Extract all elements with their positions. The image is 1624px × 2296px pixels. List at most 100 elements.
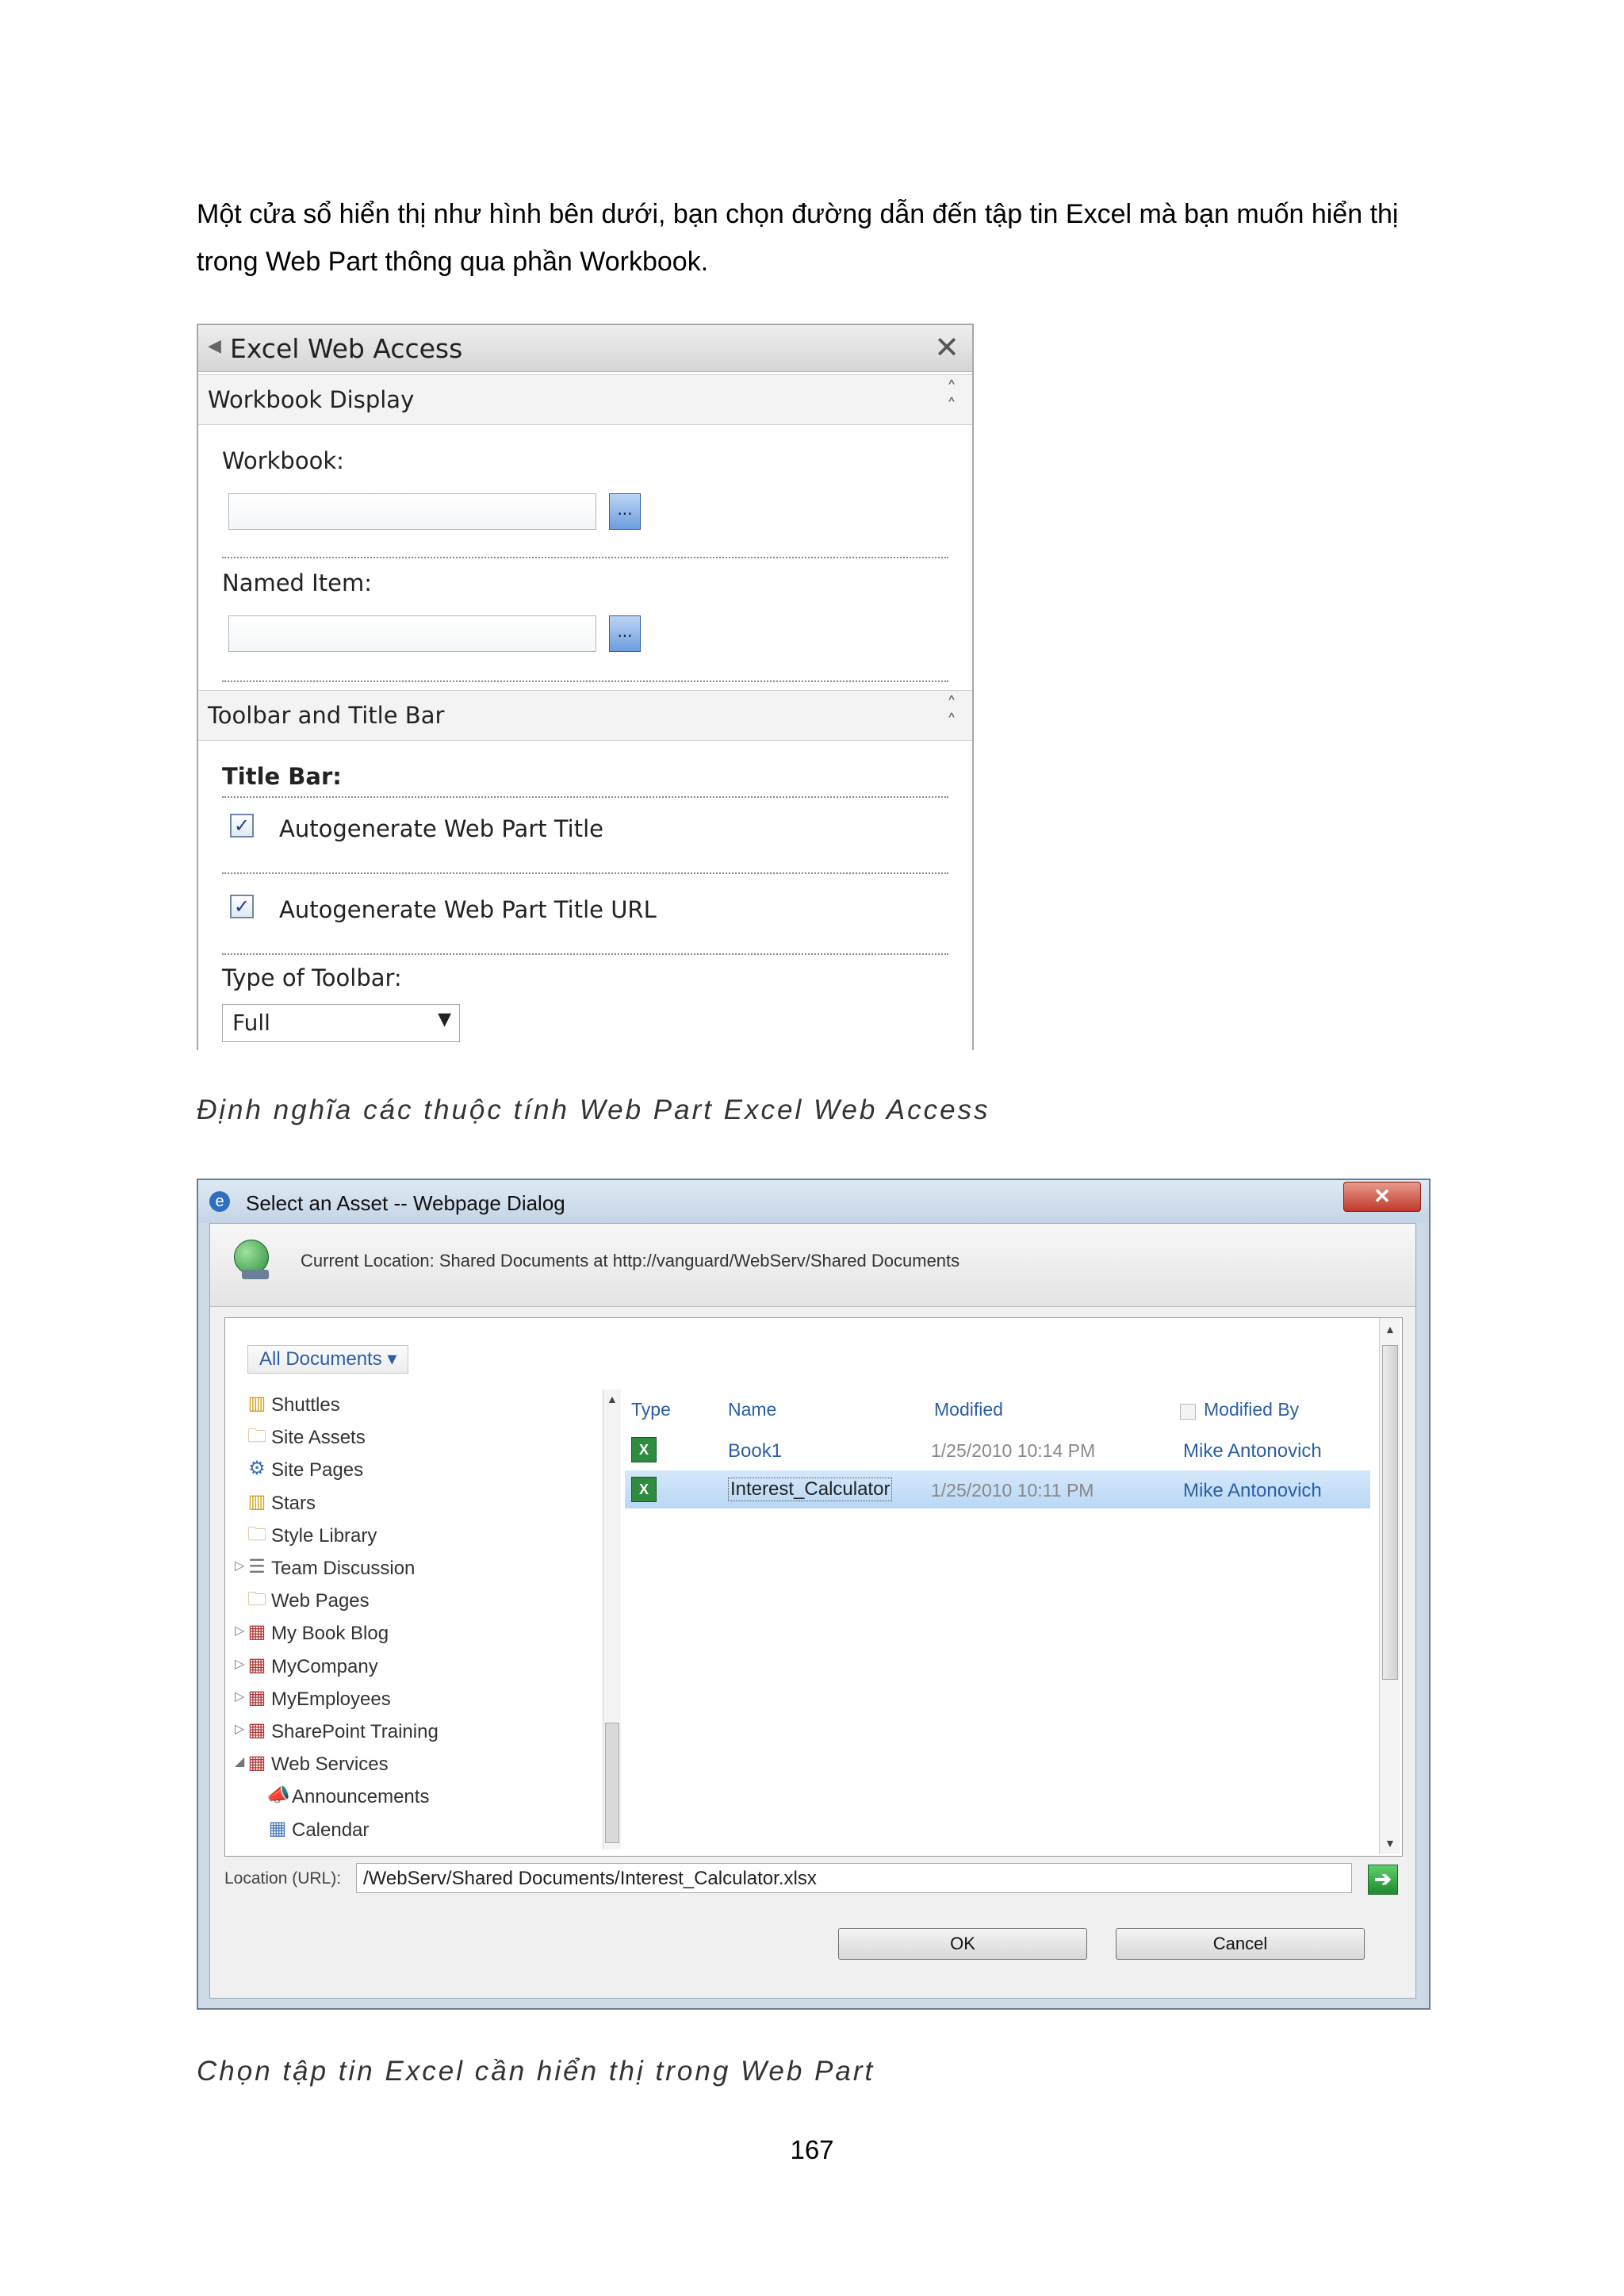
toolbar-type-value: Full xyxy=(232,1010,270,1036)
excel-file-icon: X xyxy=(631,1437,657,1462)
discussion-icon: ☰ xyxy=(248,1556,266,1577)
scroll-thumb[interactable] xyxy=(1382,1345,1398,1680)
list-icon: ▥ xyxy=(247,1393,266,1414)
figure-caption-1: Định nghĩa các thuộc tính Web Part Excel… xyxy=(197,1094,990,1125)
expand-arrow-icon[interactable]: ◢ xyxy=(235,1754,244,1769)
dialog-title: Select an Asset -- Webpage Dialog xyxy=(246,1191,565,1215)
folder-icon: 🗀 xyxy=(247,1589,266,1611)
intro-line-2: trong Web Part thông qua phần Workbook. xyxy=(197,247,709,277)
column-header-modified-by[interactable]: Modified By xyxy=(1204,1399,1299,1420)
named-item-browse-button[interactable]: ... xyxy=(609,615,641,652)
tree-item-label: Shuttles xyxy=(271,1394,340,1416)
go-arrow-icon[interactable]: ➔ xyxy=(1368,1865,1398,1895)
scroll-up-icon[interactable]: ▲ xyxy=(1385,1323,1396,1336)
ok-button[interactable]: OK xyxy=(838,1928,1087,1960)
tool-pane-title-bar: ◀ Excel Web Access ✕ xyxy=(198,325,972,372)
file-modified-by[interactable]: Mike Antonovich xyxy=(1183,1440,1322,1462)
close-button[interactable]: ✕ xyxy=(1343,1182,1421,1212)
section-toolbar-label: Toolbar and Title Bar xyxy=(208,702,445,729)
tree-item-label: Announcements xyxy=(292,1786,430,1808)
title-bar-label: Title Bar: xyxy=(222,763,342,790)
location-url-label: Location (URL): xyxy=(224,1869,342,1888)
file-modified-by[interactable]: Mike Antonovich xyxy=(1183,1480,1322,1502)
view-selector-dropdown[interactable]: All Documents ▾ xyxy=(247,1345,409,1374)
collapse-up-icon[interactable]: ˄ ˄ xyxy=(947,695,956,731)
list-item[interactable]: X Book1 1/25/2010 10:14 PM Mike Antonovi… xyxy=(625,1431,1370,1469)
announcement-icon: 📣 xyxy=(266,1784,290,1807)
scroll-down-icon[interactable]: ▼ xyxy=(1385,1837,1396,1849)
tree-item-label: Web Pages xyxy=(271,1590,370,1612)
globe-base-icon xyxy=(242,1270,269,1279)
select-asset-dialog: e Select an Asset -- Webpage Dialog ✕ Cu… xyxy=(197,1179,1431,2010)
tree-item-label: Calendar xyxy=(292,1819,370,1841)
column-header-modified[interactable]: Modified xyxy=(934,1399,1003,1420)
scroll-thumb[interactable] xyxy=(605,1723,619,1843)
list-scrollbar[interactable]: ▲ ▼ xyxy=(1379,1318,1400,1854)
column-header-name[interactable]: Name xyxy=(728,1399,776,1420)
autogenerate-title-url-checkbox[interactable]: ✓ xyxy=(230,895,254,918)
asset-browser: All Documents ▾ ▥ Shuttles 🗀 Site Assets ⚙ Si… xyxy=(224,1317,1403,1857)
collapse-left-icon[interactable]: ◀ xyxy=(208,336,221,356)
file-name-link[interactable]: Interest_Calculator xyxy=(728,1478,893,1501)
current-location-bar: Current Location: Shared Documents at ht… xyxy=(210,1224,1415,1307)
current-location-text: Current Location: Shared Documents at ht… xyxy=(301,1251,960,1271)
intro-line-1: Một cửa sổ hiển thị như hình bên dưới, b… xyxy=(197,199,1399,229)
autogenerate-title-checkbox[interactable]: ✓ xyxy=(230,814,254,838)
tree-item-label: MyCompany xyxy=(271,1655,378,1677)
workbook-browse-button[interactable]: ... xyxy=(609,493,641,530)
select-all-checkbox[interactable] xyxy=(1180,1404,1196,1420)
expand-arrow-icon[interactable]: ▷ xyxy=(235,1721,244,1737)
site-icon: ▦ xyxy=(247,1752,266,1774)
section-toolbar-and-title-bar[interactable]: Toolbar and Title Bar ˄ ˄ xyxy=(198,690,972,741)
folder-icon: 🗀 xyxy=(247,1425,266,1447)
site-icon: ▦ xyxy=(247,1654,266,1676)
expand-arrow-icon[interactable]: ▷ xyxy=(235,1558,244,1573)
tree-item-label: Stars xyxy=(271,1492,316,1514)
expand-arrow-icon[interactable]: ▷ xyxy=(235,1656,244,1672)
location-url-row: Location (URL): /WebServ/Shared Document… xyxy=(224,1861,1401,1898)
workbook-input[interactable] xyxy=(228,493,596,530)
scroll-up-icon[interactable]: ▲ xyxy=(607,1393,618,1405)
column-header-type[interactable]: Type xyxy=(631,1399,671,1420)
tree-item-label: My Book Blog xyxy=(271,1623,389,1645)
divider xyxy=(222,872,948,874)
pages-icon: ⚙ xyxy=(248,1458,266,1480)
cancel-button[interactable]: Cancel xyxy=(1116,1928,1365,1960)
section-workbook-display[interactable]: Workbook Display ˄ ˄ xyxy=(198,374,972,425)
tree-item-label: SharePoint Training xyxy=(271,1721,439,1742)
tool-pane-title: Excel Web Access xyxy=(230,333,463,364)
dialog-title-bar: e Select an Asset -- Webpage Dialog ✕ xyxy=(198,1180,1429,1223)
tree-item-label: Web Services xyxy=(271,1754,389,1776)
calendar-icon: ▦ xyxy=(268,1817,287,1839)
toolbar-type-select[interactable]: Full ▼ xyxy=(222,1004,460,1042)
expand-arrow-icon[interactable]: ▷ xyxy=(235,1688,244,1704)
file-modified: 1/25/2010 10:14 PM xyxy=(931,1440,1096,1461)
divider xyxy=(222,557,948,558)
tree-item-label: Site Pages xyxy=(271,1459,364,1481)
collapse-up-icon[interactable]: ˄ ˄ xyxy=(947,379,956,416)
intro-paragraph: Một cửa sổ hiển thị như hình bên dưới, b… xyxy=(197,190,1434,286)
named-item-input[interactable] xyxy=(228,615,596,652)
divider xyxy=(222,680,948,682)
close-icon[interactable]: ✕ xyxy=(934,330,959,365)
excel-file-icon: X xyxy=(631,1477,657,1502)
dropdown-arrow-icon: ▼ xyxy=(438,1010,451,1029)
folder-icon: 🗀 xyxy=(247,1523,266,1545)
location-url-input[interactable]: /WebServ/Shared Documents/Interest_Calcu… xyxy=(356,1863,1352,1893)
navigation-tree: ▥ Shuttles 🗀 Site Assets ⚙ Site Pages ▥ Stars 🗀 S… xyxy=(235,1389,599,1849)
dialog-body: Current Location: Shared Documents at ht… xyxy=(209,1223,1416,1999)
tree-item-label: Style Library xyxy=(271,1524,377,1547)
tree-scrollbar[interactable]: ▲ xyxy=(603,1389,621,1849)
named-item-label: Named Item: xyxy=(222,569,372,596)
ie-logo-icon: e xyxy=(209,1191,230,1212)
autogenerate-title-url-label: Autogenerate Web Part Title URL xyxy=(279,896,657,923)
divider xyxy=(222,953,948,955)
site-icon: ▦ xyxy=(247,1719,266,1741)
autogenerate-title-label: Autogenerate Web Part Title xyxy=(279,815,603,842)
expand-arrow-icon[interactable]: ▷ xyxy=(235,1623,244,1639)
file-name-link[interactable]: Book1 xyxy=(728,1440,782,1462)
list-item-selected[interactable]: X Interest_Calculator 1/25/2010 10:11 PM… xyxy=(625,1470,1370,1508)
toolbar-type-label: Type of Toolbar: xyxy=(222,964,402,991)
tree-item-label: Site Assets xyxy=(271,1427,366,1449)
list-icon: ▥ xyxy=(247,1490,266,1512)
